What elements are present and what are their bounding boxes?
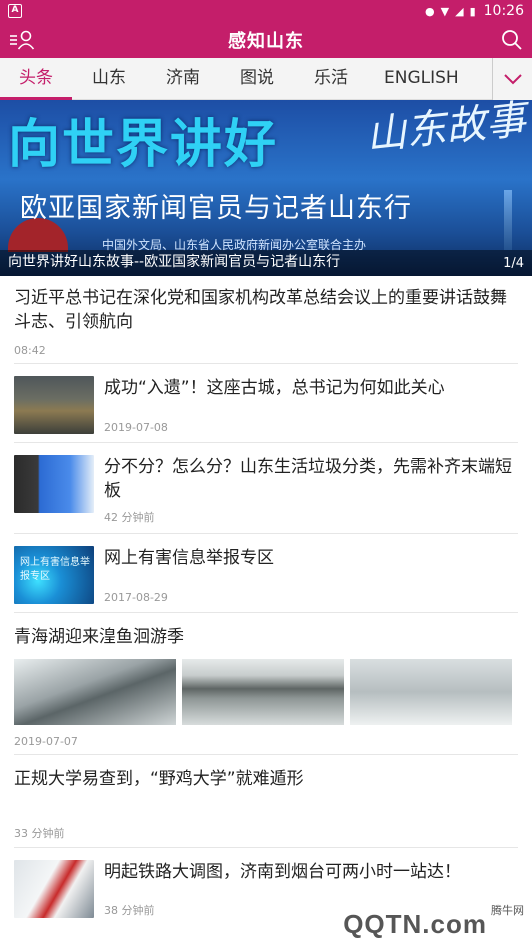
search-icon [502, 30, 522, 50]
news-item-text[interactable]: 正规大学易查到，“野鸡大学”就难遁形 33 分钟前 [14, 755, 518, 848]
user-menu-button[interactable] [8, 28, 36, 52]
tab-lifestyle[interactable]: 乐活 [294, 58, 368, 100]
gallery-image [182, 659, 344, 725]
news-time: 08:42 [14, 344, 46, 357]
tab-english[interactable]: ENGLISH [368, 58, 475, 100]
signal-icon: ◢ [455, 4, 464, 18]
news-gallery [14, 659, 518, 725]
news-thumbnail: 网上有害信息举报专区 [14, 546, 94, 604]
news-time: 2019-07-07 [14, 735, 78, 748]
news-headline: 青海湖迎来湟鱼洄游季 [14, 627, 184, 647]
wifi-icon: ▼ [440, 4, 450, 18]
channel-tabs: 头条 山东 济南 图说 乐活 ENGLISH [0, 58, 532, 100]
status-bar: A ● ▼ ◢ ▮ 10:26 [0, 0, 532, 22]
news-item[interactable]: 分不分？怎么分？山东生活垃圾分类，先需补齐末端短板 42 分钟前 [14, 443, 518, 534]
watermark-site: 腾牛网 [491, 904, 524, 917]
app-notification-icon: A [8, 4, 22, 18]
news-thumbnail [14, 376, 94, 434]
banner-tower-graphic [504, 190, 512, 250]
user-menu-icon [10, 30, 35, 50]
news-feed: 习近平总书记在深化党和国家机构改革总结会议上的重要讲话鼓舞斗志、引领航向 08:… [0, 276, 532, 926]
news-headline: 习近平总书记在深化党和国家机构改革总结会议上的重要讲话鼓舞斗志、引领航向 [14, 288, 507, 332]
thumbnail-text: 网上有害信息举报专区 [20, 557, 90, 582]
chevron-down-icon [503, 74, 522, 85]
banner-big-title: 向世界讲好 [8, 115, 279, 175]
status-time: 10:26 [483, 3, 524, 19]
tab-jinan[interactable]: 济南 [146, 58, 220, 100]
banner-pager: 1/4 [503, 256, 524, 271]
news-time: 42 分钟前 [104, 511, 155, 524]
banner-story-text: 山东故事 [364, 100, 528, 160]
news-item-top[interactable]: 习近平总书记在深化党和国家机构改革总结会议上的重要讲话鼓舞斗志、引领航向 08:… [14, 276, 518, 364]
news-time: 2017-08-29 [104, 591, 168, 604]
news-thumbnail [14, 860, 94, 918]
news-headline: 明起铁路大调图，济南到烟台可两小时一站达！ [104, 862, 461, 882]
news-time: 33 分钟前 [14, 827, 65, 840]
watermark-text: QQTN.com [343, 909, 487, 939]
news-headline: 分不分？怎么分？山东生活垃圾分类，先需补齐末端短板 [104, 457, 512, 501]
page-title: 感知山东 [228, 31, 304, 52]
news-item-gallery[interactable]: 青海湖迎来湟鱼洄游季 2019-07-07 [14, 613, 518, 755]
gallery-image [14, 659, 176, 725]
tab-picture-story[interactable]: 图说 [220, 58, 294, 100]
news-item[interactable]: 网上有害信息举报专区 网上有害信息举报专区 2017-08-29 [14, 534, 518, 613]
gallery-image [350, 659, 512, 725]
status-icons: ● ▼ ◢ ▮ 10:26 [425, 3, 524, 19]
banner-caption: 向世界讲好山东故事--欧亚国家新闻官员与记者山东行 [8, 254, 341, 270]
news-headline: 成功“入遗”！这座古城，总书记为何如此关心 [104, 378, 445, 398]
news-item[interactable]: 成功“入遗”！这座古城，总书记为何如此关心 2019-07-08 [14, 364, 518, 443]
news-headline: 网上有害信息举报专区 [104, 548, 274, 568]
news-time: 2019-07-08 [104, 421, 168, 434]
banner-subtitle: 欧亚国家新闻官员与记者山东行 [20, 193, 412, 224]
tab-headlines[interactable]: 头条 [0, 58, 72, 100]
site-watermark: QQTN.com 腾牛网 [343, 902, 524, 940]
search-button[interactable] [500, 28, 524, 52]
news-headline: 正规大学易查到，“野鸡大学”就难遁形 [14, 769, 304, 789]
tab-shandong[interactable]: 山东 [72, 58, 146, 100]
app-header: 感知山东 [0, 22, 532, 58]
news-thumbnail [14, 455, 94, 513]
banner-carousel[interactable]: 向世界讲好 山东故事 欧亚国家新闻官员与记者山东行 中国外文局、山东省人民政府新… [0, 100, 532, 276]
battery-icon: ▮ [469, 4, 476, 18]
more-tabs-button[interactable] [492, 58, 532, 100]
location-icon: ● [425, 4, 435, 18]
